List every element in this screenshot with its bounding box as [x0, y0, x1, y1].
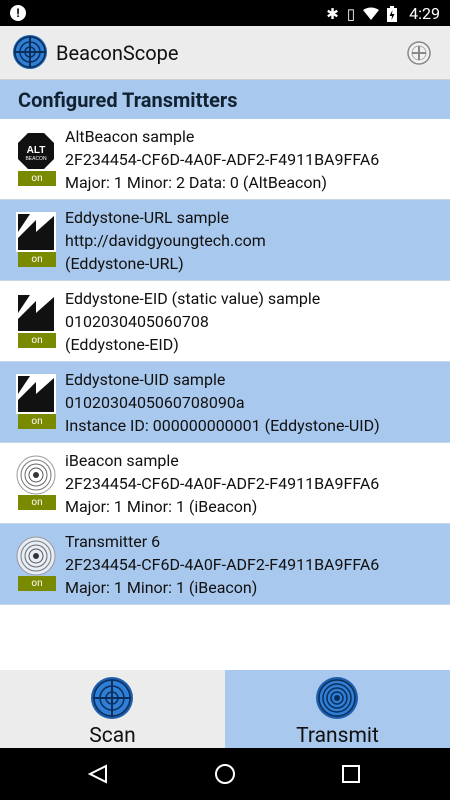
- wifi-icon: [363, 7, 380, 20]
- app-bar: BeaconScope: [0, 26, 450, 80]
- recents-icon[interactable]: [342, 765, 360, 783]
- status-badge[interactable]: on: [18, 495, 56, 510]
- bottom-tab-bar: Scan Transmit: [0, 670, 450, 748]
- transmitter-id: http://davidgyoungtech.com: [65, 231, 266, 250]
- transmit-icon: [316, 677, 358, 719]
- altbeacon-icon: ALT BEACON: [18, 133, 54, 169]
- transmitter-id: 2F234454-CF6D-4A0F-ADF2-F4911BA9FFA6: [65, 150, 380, 169]
- alert-icon: !: [10, 5, 26, 21]
- bluetooth-icon: ✱: [326, 4, 339, 23]
- back-icon[interactable]: [88, 764, 108, 784]
- scan-icon: [91, 677, 133, 719]
- status-bar: ! ✱ ▯ 4:29: [0, 0, 450, 26]
- svg-text:ALT: ALT: [27, 145, 46, 156]
- app-logo-icon: [13, 35, 47, 69]
- transmitter-list: ALT BEACON on AltBeacon sample 2F234454-…: [0, 119, 450, 605]
- transmitter-details: Major: 1 Minor: 1 (iBeacon): [65, 578, 258, 597]
- transmitter-name: Eddystone-UID sample: [65, 370, 226, 389]
- status-badge[interactable]: on: [18, 252, 56, 267]
- transmitter-row[interactable]: on iBeacon sample 2F234454-CF6D-4A0F-ADF…: [0, 443, 450, 524]
- transmitter-name: Eddystone-EID (static value) sample: [65, 289, 321, 308]
- ibeacon-icon: [16, 455, 56, 495]
- status-badge[interactable]: on: [18, 333, 56, 348]
- transmitter-details: Major: 1 Minor: 1 (iBeacon): [65, 497, 258, 516]
- transmitter-id: 2F234454-CF6D-4A0F-ADF2-F4911BA9FFA6: [65, 474, 380, 493]
- transmitter-row[interactable]: on Eddystone-EID (static value) sample 0…: [0, 281, 450, 362]
- transmitter-row[interactable]: on Eddystone-UID sample 0102030405060708…: [0, 362, 450, 443]
- transmitter-details: Instance ID: 000000000001 (Eddystone-UID…: [65, 416, 380, 435]
- transmitter-name: iBeacon sample: [65, 451, 179, 470]
- transmitter-id: 2F234454-CF6D-4A0F-ADF2-F4911BA9FFA6: [65, 555, 380, 574]
- section-header: Configured Transmitters: [0, 80, 450, 119]
- transmitter-name: Transmitter 6: [65, 532, 161, 551]
- transmitter-details: Major: 1 Minor: 2 Data: 0 (AltBeacon): [65, 173, 327, 192]
- tab-scan[interactable]: Scan: [0, 670, 225, 748]
- transmitter-id: 0102030405060708090a: [65, 393, 245, 412]
- eddystone-icon: [16, 293, 56, 333]
- eddystone-icon: [16, 374, 56, 414]
- svg-text:BEACON: BEACON: [25, 156, 47, 162]
- ibeacon-icon: [16, 536, 56, 576]
- transmitter-details: (Eddystone-EID): [65, 335, 179, 354]
- transmitter-row[interactable]: on Eddystone-URL sample http://davidgyou…: [0, 200, 450, 281]
- tab-transmit-label: Transmit: [296, 724, 379, 748]
- status-badge[interactable]: on: [18, 576, 56, 591]
- transmitter-name: AltBeacon sample: [65, 127, 195, 146]
- status-time: 4:29: [409, 4, 440, 23]
- transmitter-row[interactable]: ALT BEACON on AltBeacon sample 2F234454-…: [0, 119, 450, 200]
- add-transmitter-icon[interactable]: [406, 40, 432, 66]
- battery-charging-icon: [387, 5, 398, 22]
- home-icon[interactable]: [214, 763, 236, 785]
- system-nav-bar: [0, 748, 450, 800]
- eddystone-icon: [16, 212, 56, 252]
- vibrate-icon: ▯: [346, 4, 356, 23]
- tab-scan-label: Scan: [89, 724, 136, 748]
- transmitter-details: (Eddystone-URL): [65, 254, 184, 273]
- status-badge[interactable]: on: [18, 171, 56, 186]
- section-title: Configured Transmitters: [18, 88, 238, 112]
- status-badge[interactable]: on: [18, 414, 56, 429]
- app-title: BeaconScope: [56, 41, 179, 65]
- tab-transmit[interactable]: Transmit: [225, 670, 450, 748]
- transmitter-name: Eddystone-URL sample: [65, 208, 229, 227]
- transmitter-id: 0102030405060708: [65, 312, 209, 331]
- transmitter-row[interactable]: on Transmitter 6 2F234454-CF6D-4A0F-ADF2…: [0, 524, 450, 605]
